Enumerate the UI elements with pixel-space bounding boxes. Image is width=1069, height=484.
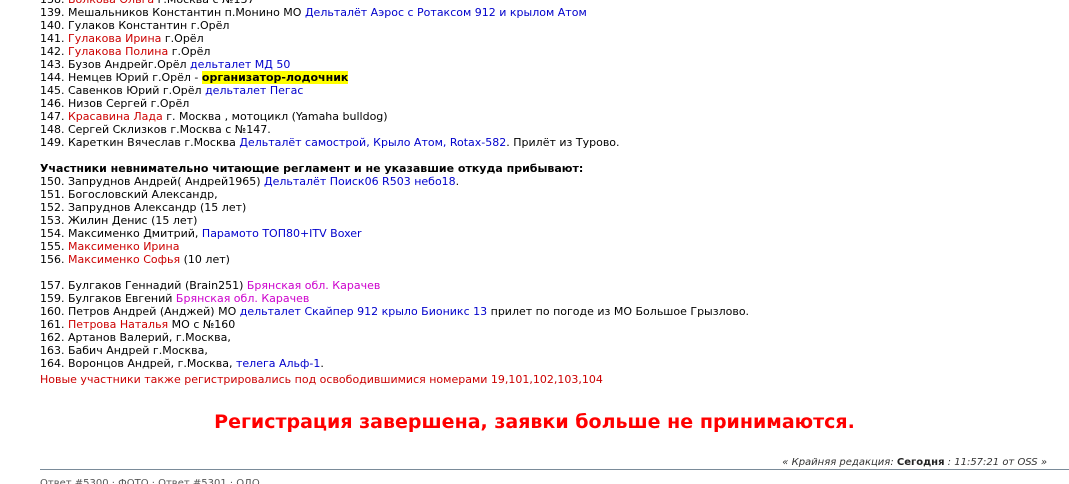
- text-blue: Парамото ТОП80+ITV Boxer: [201, 227, 362, 240]
- text: 149. Кареткин Вячеслав г.Москва: [40, 136, 240, 149]
- text: 159. Булгаков Евгений: [40, 292, 176, 305]
- edit-suffix: : 11:57:21 от OSS »: [944, 457, 1047, 468]
- text: г. Москва , мотоцикл (Yamaha bulldog): [162, 110, 388, 123]
- text-blue: дельталет МД 50: [190, 58, 291, 71]
- participant-line: 139. Мешальников Константин п.Монино МО …: [40, 6, 1040, 19]
- participant-line: 155. Максименко Ирина: [40, 240, 1040, 253]
- next-post-header: Ответ #5300 · ФОТО · Ответ #5301 · ОДО: [40, 478, 260, 484]
- participant-line: 151. Богословский Александр,: [40, 188, 1040, 201]
- text: 155.: [40, 240, 68, 253]
- text: прилет по погоде из МО Большое Грызлово.: [487, 305, 750, 318]
- text-bold: Участники невнимательно читающие регламе…: [40, 162, 584, 175]
- post-separator: [40, 469, 1069, 470]
- participant-line: 146. Низов Сергей г.Орёл: [40, 97, 1040, 110]
- text: 157. Булгаков Геннадий (Brain251): [40, 279, 247, 292]
- text: 148. Сергей Склизков г.Москва с №147.: [40, 123, 271, 136]
- text-blue: дельталет Скайпер 912 крыло Бионикс 13: [239, 305, 488, 318]
- participant-line: 140. Гулаков Константин г.Орёл: [40, 19, 1040, 32]
- text: .: [455, 175, 460, 188]
- text-red: Красавина Лада: [68, 110, 163, 123]
- participant-line: 153. Жилин Денис (15 лет): [40, 214, 1040, 227]
- text: . Прилёт из Турово.: [506, 136, 620, 149]
- text: .: [320, 357, 324, 370]
- participant-line: 142. Гулакова Полина г.Орёл: [40, 45, 1040, 58]
- participant-line: 157. Булгаков Геннадий (Brain251) Брянск…: [40, 279, 1040, 292]
- participant-line: 161. Петрова Наталья МО с №160: [40, 318, 1040, 331]
- last-edit-info: « Крайняя редакция: Сегодня : 11:57:21 о…: [782, 457, 1047, 468]
- text-highlight: организатор-лодочник: [201, 71, 349, 84]
- text-magenta: Брянская обл. Карачев: [246, 279, 381, 292]
- participant-line: 152. Запруднов Александр (15 лет): [40, 201, 1040, 214]
- text: 140. Гулаков Константин г.Орёл: [40, 19, 230, 32]
- participant-line: Участники невнимательно читающие регламе…: [40, 162, 1040, 175]
- participant-line: 145. Савенков Юрий г.Орёл дельталет Пега…: [40, 84, 1040, 97]
- text: (10 лет): [180, 253, 230, 266]
- text-blue: Дельталёт Поиск06 R503 небо18: [264, 175, 456, 188]
- participant-line: 143. Бузов Андрейг.Орёл дельталет МД 50: [40, 58, 1040, 71]
- participant-line: 160. Петров Андрей (Анджей) МО дельталет…: [40, 305, 1040, 318]
- participant-line: 144. Немцев Юрий г.Орёл - организатор-ло…: [40, 71, 1040, 84]
- text: 156.: [40, 253, 68, 266]
- text: 147.: [40, 110, 68, 123]
- new-participants-note: Новые участники также регистрировались п…: [40, 373, 603, 386]
- text: г.Орёл: [161, 32, 204, 45]
- text-blue: Дельталёт самострой, Крыло Атом, Rotax-5…: [239, 136, 507, 149]
- participant-line: 156. Максименко Софья (10 лет): [40, 253, 1040, 266]
- text: 163. Бабич Андрей г.Москва,: [40, 344, 208, 357]
- text-blue: телега Альф-1: [236, 357, 321, 370]
- text-red: Гулакова Ирина: [68, 32, 162, 45]
- text: 152. Запруднов Александр (15 лет): [40, 201, 247, 214]
- participant-line: 148. Сергей Склизков г.Москва с №147.: [40, 123, 1040, 136]
- text-blue: дельталет Пегас: [205, 84, 304, 97]
- participant-line: 159. Булгаков Евгений Брянская обл. Кара…: [40, 292, 1040, 305]
- text: МО с №160: [168, 318, 236, 331]
- registration-closed-notice: Регистрация завершена, заявки больше не …: [214, 411, 855, 433]
- text-red: Максименко Софья: [68, 253, 181, 266]
- participant-line: 154. Максименко Дмитрий, Парамото ТОП80+…: [40, 227, 1040, 240]
- text: 141.: [40, 32, 68, 45]
- text-red: Петрова Наталья: [68, 318, 169, 331]
- text: 160. Петров Андрей (Анджей) МО: [40, 305, 240, 318]
- text: 146. Низов Сергей г.Орёл: [40, 97, 190, 110]
- edit-prefix: « Крайняя редакция:: [782, 457, 897, 468]
- text-magenta: Брянская обл. Карачев: [175, 292, 310, 305]
- text: 153. Жилин Денис (15 лет): [40, 214, 198, 227]
- post-body: 138. Волкова Ольга г.Москва с №137139. М…: [40, 0, 1040, 386]
- text: 139. Мешальников Константин п.Монино МО: [40, 6, 305, 19]
- text: 143. Бузов Андрейг.Орёл: [40, 58, 191, 71]
- participant-line: 141. Гулакова Ирина г.Орёл: [40, 32, 1040, 45]
- text: 151. Богословский Александр,: [40, 188, 218, 201]
- participant-line: 150. Запруднов Андрей( Андрей1965) Дельт…: [40, 175, 1040, 188]
- participant-line: 147. Красавина Лада г. Москва , мотоцикл…: [40, 110, 1040, 123]
- text: г.Орёл: [168, 45, 211, 58]
- text: 154. Максименко Дмитрий,: [40, 227, 202, 240]
- text: 144. Немцев Юрий г.Орёл -: [40, 71, 202, 84]
- text: 161.: [40, 318, 68, 331]
- edit-day: Сегодня: [896, 457, 945, 468]
- text: 142.: [40, 45, 68, 58]
- text-red: Гулакова Полина: [68, 45, 169, 58]
- participant-line: 163. Бабич Андрей г.Москва,: [40, 344, 1040, 357]
- text: 145. Савенков Юрий г.Орёл: [40, 84, 206, 97]
- text-blue: Дельталёт Аэрос с Ротаксом 912 и крылом …: [304, 6, 587, 19]
- text: 162. Артанов Валерий, г.Москва,: [40, 331, 231, 344]
- text-red: Максименко Ирина: [68, 240, 180, 253]
- participant-line: 162. Артанов Валерий, г.Москва,: [40, 331, 1040, 344]
- text: 164. Воронцов Андрей, г.Москва,: [40, 357, 236, 370]
- participant-line: 149. Кареткин Вячеслав г.Москва Дельталё…: [40, 136, 1040, 149]
- text: 150. Запруднов Андрей( Андрей1965): [40, 175, 264, 188]
- participant-line: 164. Воронцов Андрей, г.Москва, телега А…: [40, 357, 1040, 370]
